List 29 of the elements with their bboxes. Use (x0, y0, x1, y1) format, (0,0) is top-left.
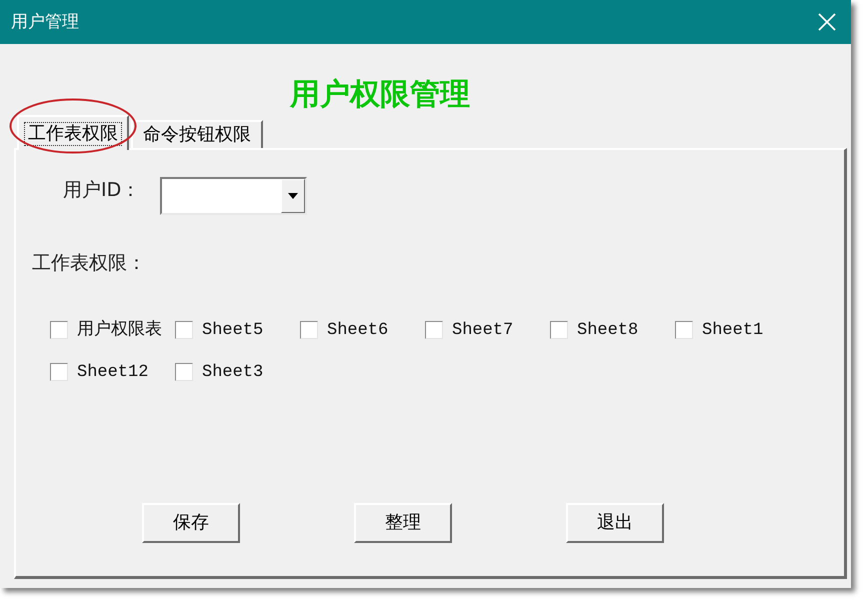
checkbox[interactable] (675, 321, 693, 339)
checkbox[interactable] (300, 321, 318, 339)
checkbox-label: Sheet5 (202, 322, 264, 338)
dropdown-arrow-icon (288, 193, 298, 199)
checkbox[interactable] (175, 363, 193, 381)
checkbox-label: Sheet8 (577, 322, 638, 338)
user-id-combobox[interactable] (160, 177, 308, 215)
dialog-heading: 用户权限管理 (290, 80, 470, 110)
checkbox-label: 用户权限表 (77, 322, 162, 338)
dialog-button[interactable]: 整理 (354, 503, 452, 543)
checkbox-label: Sheet1 (702, 322, 764, 338)
tab[interactable]: 工作表权限 (17, 115, 129, 150)
dropdown-button[interactable] (281, 179, 306, 213)
dialog-button[interactable]: 保存 (142, 503, 240, 543)
checkbox[interactable] (50, 321, 68, 339)
checkbox-label: Sheet3 (202, 364, 264, 380)
checkbox-label: Sheet7 (452, 322, 514, 338)
checkbox[interactable] (425, 321, 443, 339)
close-icon[interactable] (817, 12, 837, 32)
tab[interactable]: 命令按钮权限 (131, 120, 263, 148)
window-title: 用户管理 (11, 14, 79, 30)
dialog-button[interactable]: 退出 (566, 503, 664, 543)
checkbox[interactable] (175, 321, 193, 339)
checkbox-label: Sheet6 (327, 322, 388, 338)
user-id-label: 用户ID： (63, 181, 140, 200)
checkbox-label: Sheet12 (77, 364, 148, 380)
sheet-permissions-label: 工作表权限： (32, 254, 146, 273)
checkbox[interactable] (50, 363, 68, 381)
checkbox[interactable] (550, 321, 568, 339)
